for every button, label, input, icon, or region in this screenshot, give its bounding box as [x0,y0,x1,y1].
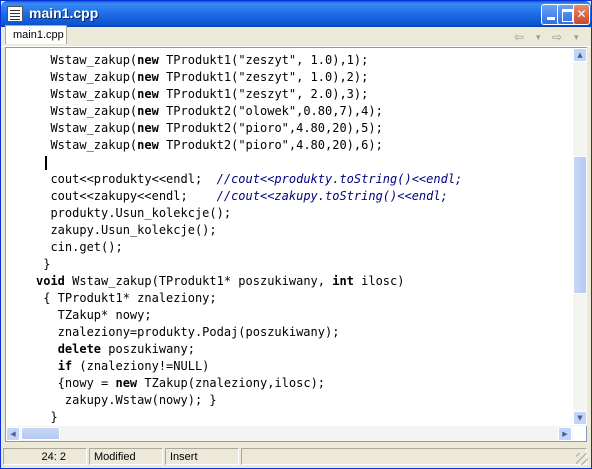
code-line[interactable]: Wstaw_zakup(new TProdukt2("pioro",4.80,2… [36,137,572,154]
code-keyword: new [137,138,159,152]
code-text: Wstaw_zakup(TProdukt1* poszukiwany, [64,274,333,288]
code-line[interactable]: zakupy.Usun_kolekcje(); [36,222,572,239]
code-keyword: new [137,70,159,84]
document-icon[interactable] [7,6,23,22]
code-text: (znaleziony!=NULL) [72,359,210,373]
code-text: Wstaw_zakup( [36,121,138,135]
back-dropdown-icon[interactable]: ▾ [536,33,541,43]
scroll-left-icon[interactable]: ◀ [6,427,20,441]
title-bar[interactable]: main1.cpp ✕ [1,1,591,27]
modified-indicator: Modified [89,448,163,465]
insert-mode-indicator: Insert [165,448,239,465]
code-line[interactable]: cin.get(); [36,239,572,256]
code-text: cout<<produkty<<endl; [36,172,217,186]
code-text: } [36,257,51,271]
code-text: zakupy.Usun_kolekcje(); [36,223,217,237]
code-text: Wstaw_zakup( [36,104,138,118]
code-keyword: int [332,274,354,288]
code-text: TZakup* nowy; [36,308,152,322]
status-message [241,448,587,465]
window-title: main1.cpp [29,5,99,21]
code-line[interactable]: TZakup* nowy; [36,307,572,324]
code-line[interactable] [36,154,572,171]
code-keyword: new [137,87,159,101]
code-text: zakupy.Wstaw(nowy); } [36,393,217,407]
code-keyword: delete [57,342,102,356]
resize-grip-icon[interactable] [576,453,588,465]
code-line[interactable]: if (znaleziony!=NULL) [36,358,572,375]
scroll-right-icon[interactable]: ▶ [558,427,572,441]
forward-dropdown-icon[interactable]: ▾ [574,33,579,43]
editor-window: main1.cpp ✕ main1.cpp ⇦ ▾ ⇨ ▾ Wstaw_zaku… [0,0,592,469]
code-editor[interactable]: Wstaw_zakup(new TProdukt1("zeszyt", 1.0)… [5,47,587,442]
code-text: TProdukt1("zeszyt", 1.0),2); [158,70,369,84]
code-text: } [36,410,58,424]
code-line[interactable]: } [36,256,572,273]
code-keyword: new [137,53,159,67]
code-line[interactable]: } [36,409,572,426]
code-text: TProdukt1("zeszyt", 2.0),3); [158,87,369,101]
code-line[interactable]: Wstaw_zakup(new TProdukt2("pioro",4.80,2… [36,120,572,137]
code-text: TProdukt2("pioro",4.80,20),5); [158,121,383,135]
code-text: TProdukt1("zeszyt", 1.0),1); [158,53,369,67]
code-keyword: if [57,359,73,373]
code-text: Wstaw_zakup( [36,70,138,84]
tab-bar [1,27,591,47]
text-cursor [45,155,47,170]
code-comment: //cout<<zakupy.toString()<<endl; [216,189,448,203]
code-line[interactable]: Wstaw_zakup(new TProdukt1("zeszyt", 1.0)… [36,52,572,69]
code-text: TZakup(znaleziony,ilosc); [137,376,326,390]
cursor-position: 24: 2 [3,448,87,465]
code-text: TProdukt2("olowek",0.80,7),4); [158,104,383,118]
code-line[interactable]: produkty.Usun_kolekcje(); [36,205,572,222]
code-text: Wstaw_zakup( [36,138,138,152]
vertical-scroll-thumb[interactable] [573,156,587,294]
code-line[interactable]: delete poszukiwany; [36,341,572,358]
code-text: znaleziony=produkty.Podaj(poszukiwany); [36,325,340,339]
code-line[interactable]: {nowy = new TZakup(znaleziony,ilosc); [36,375,572,392]
code-line[interactable]: Wstaw_zakup(new TProdukt2("olowek",0.80,… [36,103,572,120]
code-text: { TProdukt1* znaleziony; [36,291,217,305]
code-text: produkty.Usun_kolekcje(); [36,206,232,220]
code-keyword: new [137,104,159,118]
back-arrow-icon[interactable]: ⇦ [514,30,524,44]
code-line[interactable]: znaleziony=produkty.Podaj(poszukiwany); [36,324,572,341]
code-keyword: new [137,121,159,135]
tab-main1-cpp[interactable]: main1.cpp [5,25,67,44]
scroll-up-icon[interactable]: ▲ [573,48,587,62]
code-line[interactable]: cout<<produkty<<endl; //cout<<produkty.t… [36,171,572,188]
code-keyword: void [36,274,65,288]
horizontal-scrollbar[interactable] [6,426,573,441]
scroll-down-icon[interactable]: ▼ [573,411,587,425]
code-line[interactable]: { TProdukt1* znaleziony; [36,290,572,307]
code-text: TProdukt2("pioro",4.80,20),6); [158,138,383,152]
horizontal-scroll-thumb[interactable] [21,427,60,440]
code-text: ilosc) [353,274,405,288]
code-text: Wstaw_zakup( [36,53,138,67]
code-text: poszukiwany; [101,342,195,356]
code-line[interactable]: zakupy.Wstaw(nowy); } [36,392,572,409]
code-text: cout<<zakupy<<endl; [36,189,217,203]
code-line[interactable]: void Wstaw_zakup(TProdukt1* poszukiwany,… [36,273,572,290]
status-bar: 24: 2 Modified Insert [1,445,591,468]
code-line[interactable]: Wstaw_zakup(new TProdukt1("zeszyt", 2.0)… [36,86,572,103]
code-text: cin.get(); [36,240,123,254]
code-area[interactable]: Wstaw_zakup(new TProdukt1("zeszyt", 1.0)… [36,52,572,426]
code-line[interactable]: cout<<zakupy<<endl; //cout<<zakupy.toStr… [36,188,572,205]
code-keyword: new [115,376,138,390]
code-comment: //cout<<produkty.toString()<<endl; [216,172,463,186]
editor-gutter [6,48,36,426]
code-line[interactable]: Wstaw_zakup(new TProdukt1("zeszyt", 1.0)… [36,69,572,86]
code-text: Wstaw_zakup( [36,87,138,101]
forward-arrow-icon[interactable]: ⇨ [552,30,562,44]
close-button[interactable]: ✕ [573,4,590,25]
code-text: {nowy = [36,376,116,390]
